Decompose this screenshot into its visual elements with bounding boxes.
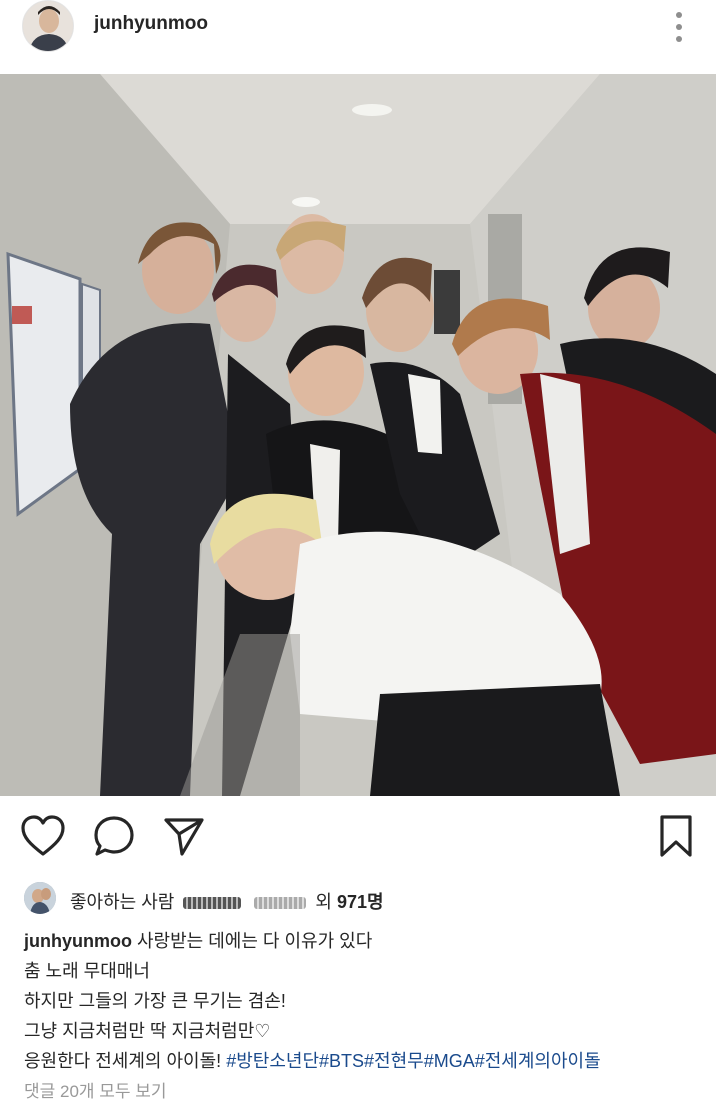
post-caption: junhyunmoo 사랑받는 데에는 다 이유가 있다 춤 노래 무대매너 하… (24, 926, 704, 1076)
caption-line: junhyunmoo 사랑받는 데에는 다 이유가 있다 (24, 926, 704, 956)
blurred-name (183, 897, 242, 910)
blurred-name (254, 897, 307, 910)
post-username[interactable]: junhyunmoo (94, 13, 208, 35)
bookmark-icon[interactable] (658, 814, 694, 863)
post-photo[interactable] (0, 74, 716, 796)
hashtags[interactable]: #방탄소년단#BTS#전현무#MGA#전세계의아이돌 (226, 1051, 600, 1071)
caption-line: 하지만 그들의 가장 큰 무기는 겸손! (24, 991, 286, 1011)
post-header: junhyunmoo (0, 0, 716, 74)
liker-avatar (24, 882, 56, 914)
view-all-comments-link[interactable]: 댓글 20개 모두 보기 (24, 1077, 167, 1102)
likes-suffix: 외 (315, 892, 332, 912)
caption-line: 그냥 지금처럼만 딱 지금처럼만♡ (24, 1021, 271, 1041)
likes-text: 좋아하는 사람 외 971명 (70, 888, 384, 914)
caption-line: 춤 노래 무대매너 (24, 961, 150, 981)
post-action-bar (0, 796, 716, 876)
caption-text: 응원한다 전세계의 아이돌! (24, 1051, 222, 1071)
more-vertical-icon[interactable] (664, 10, 694, 44)
likes-count: 971명 (337, 892, 384, 912)
caption-username[interactable]: junhyunmoo (24, 931, 132, 951)
caption-text: 사랑받는 데에는 다 이유가 있다 (137, 931, 373, 951)
profile-avatar[interactable] (22, 0, 74, 52)
caption-line: 응원한다 전세계의 아이돌! #방탄소년단#BTS#전현무#MGA#전세계의아이… (24, 1046, 704, 1076)
likes-prefix: 좋아하는 사람 (70, 892, 175, 912)
paper-plane-icon[interactable] (162, 814, 206, 863)
likes-summary[interactable]: 좋아하는 사람 외 971명 (24, 880, 704, 916)
comment-bubble-icon[interactable] (92, 814, 136, 863)
heart-icon[interactable] (20, 814, 66, 863)
